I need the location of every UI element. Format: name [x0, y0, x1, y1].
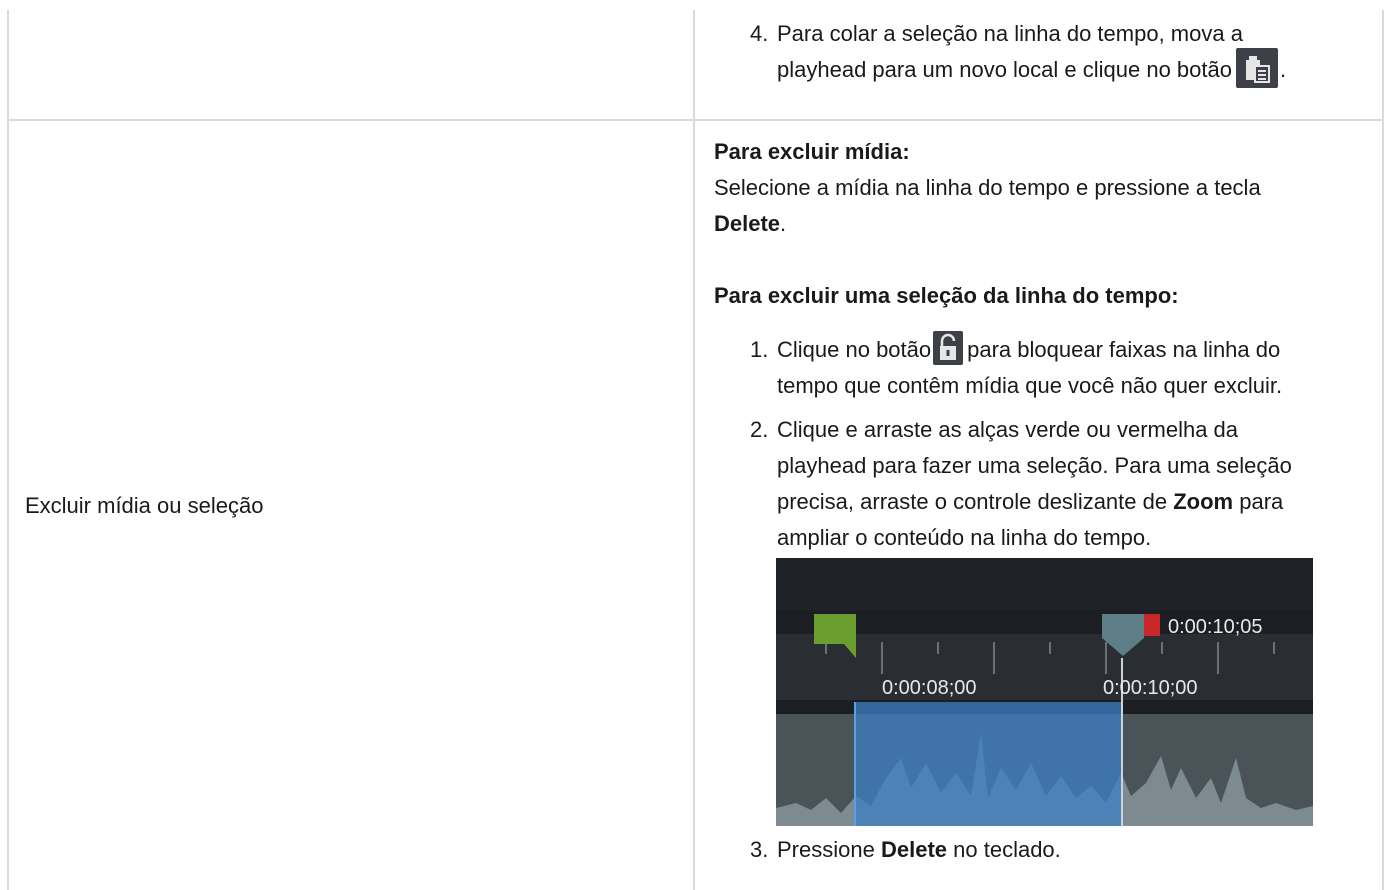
step-text: no teclado.: [953, 837, 1061, 862]
table-column-divider: [693, 10, 695, 890]
delete-selection-steps-list: 1. Clique no botão para bloquear faixas …: [750, 331, 1350, 556]
list-item: 4. Para colar a seleção na linha do temp…: [750, 16, 1350, 89]
punctuation: .: [780, 211, 787, 236]
list-item: 2. Clique e arraste as alças verde ou ve…: [750, 412, 1350, 556]
section-heading-selection: Para excluir uma seleção da linha do tem…: [714, 283, 1179, 308]
lock-icon: [933, 331, 964, 366]
list-item: 3. Pressione Delete no teclado.: [750, 832, 1350, 868]
ruler-label: 0:00:10;00: [1103, 677, 1198, 699]
paste-icon: [1236, 48, 1278, 89]
section-heading: Para excluir mídia:: [714, 139, 910, 164]
step-text: para: [1239, 489, 1284, 514]
timeline-image: 0:00:10;05 0:00:08;00 0:00:10;00: [776, 558, 1313, 826]
ruler-label: 0:00:08;00: [882, 677, 977, 699]
zoom-label: Zoom: [1173, 489, 1234, 514]
table-left-border: [7, 10, 9, 890]
step-text: tempo que contêm mídia que você não quer…: [777, 373, 1283, 398]
playhead-time-label: 0:00:10;05: [1168, 616, 1263, 638]
document-table: 4. Para colar a seleção na linha do temp…: [0, 0, 1387, 890]
list-item: 1. Clique no botão para bloquear faixas …: [750, 331, 1350, 404]
delete-key-label: Delete: [880, 837, 948, 862]
section-text-line2: Delete.: [714, 206, 1261, 242]
table-right-border: [1382, 10, 1384, 890]
step-text: ampliar o conteúdo na linha do tempo.: [777, 525, 1152, 550]
punctuation: .: [1280, 57, 1287, 82]
step-number: 2.: [750, 417, 769, 442]
delete-selection-steps-list-continued: 3. Pressione Delete no teclado.: [750, 832, 1350, 868]
row-label: Excluir mídia ou seleção: [25, 493, 264, 518]
step-text: playhead para um novo local e clique no …: [777, 57, 1232, 82]
step-text: playhead para fazer uma seleção. Para um…: [777, 453, 1292, 478]
step-text: Pressione: [777, 837, 875, 862]
step-number: 3.: [750, 837, 769, 862]
step-number: 4.: [750, 21, 769, 46]
step-text: precisa, arraste o controle deslizante d…: [777, 489, 1168, 514]
delete-key-label: Delete: [714, 211, 781, 236]
step-text: para bloquear faixas na linha do: [967, 337, 1281, 362]
step-number: 1.: [750, 337, 769, 362]
section-text: Selecione a mídia na linha do tempo e pr…: [714, 175, 1261, 200]
step-text: Clique e arraste as alças verde ou verme…: [777, 417, 1239, 442]
step-text: Para colar a seleção na linha do tempo, …: [777, 21, 1243, 46]
section-delete-media: Para excluir mídia: Selecione a mídia na…: [714, 134, 1261, 242]
timeline-screenshot: 0:00:10;05 0:00:08;00 0:00:10;00: [776, 558, 1313, 826]
step-text: Clique no botão: [777, 337, 932, 362]
table-row-divider: [7, 119, 1384, 121]
paste-steps-list: 4. Para colar a seleção na linha do temp…: [750, 16, 1350, 89]
